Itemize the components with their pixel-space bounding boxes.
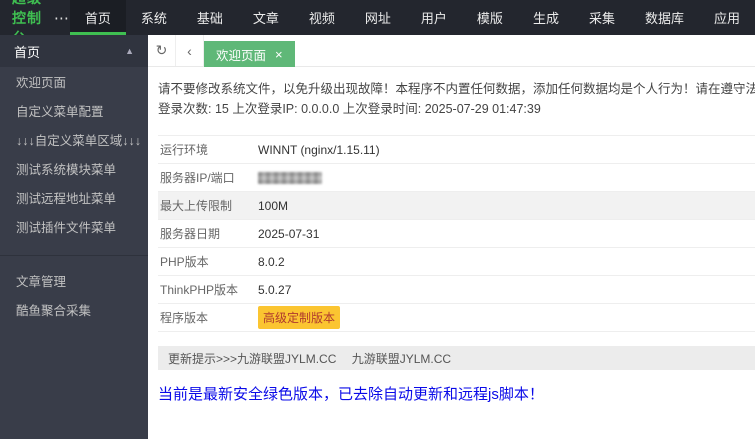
row-label: ThinkPHP版本 xyxy=(160,283,239,297)
table-row: 服务器日期 2025-07-31 xyxy=(158,220,755,248)
sidebar-item-custom-menu-config[interactable]: 自定义菜单配置 xyxy=(0,96,148,125)
nav-item-user[interactable]: 用户 xyxy=(406,0,462,35)
back-icon[interactable]: ‹ xyxy=(176,35,204,66)
row-value: 高级定制版本 xyxy=(258,306,341,329)
row-value: 8.0.2 xyxy=(258,254,285,269)
server-info-table: 运行环境 WINNT (nginx/1.15.11) 服务器IP/端口 最大上传… xyxy=(158,135,755,332)
row-label: 运行环境 xyxy=(160,143,209,157)
row-label: 服务器IP/端口 xyxy=(160,171,235,185)
row-value: 100M xyxy=(258,198,289,213)
nav-item-home[interactable]: 首页 xyxy=(69,0,126,35)
table-row: 最大上传限制 100M xyxy=(158,192,755,220)
nav-item-article[interactable]: 文章 xyxy=(238,0,294,35)
row-label: 最大上传限制 xyxy=(160,199,233,213)
sidebar: 首页 ▲ 欢迎页面 自定义菜单配置 ↓↓↓自定义菜单区域↓↓↓ 测试系统模块菜单… xyxy=(0,35,148,439)
sidebar-item-test-plugin-file[interactable]: 测试插件文件菜单 xyxy=(0,212,148,241)
main-area: ↻ ‹ 欢迎页面 × 请不要修改系统文件，以免升级出现故障！本程序不内置任何数据… xyxy=(148,35,755,439)
nav-item-apps[interactable]: 应用 xyxy=(699,0,755,35)
nav-item-system[interactable]: 系统 xyxy=(126,0,182,35)
sidebar-header-home[interactable]: 首页 ▲ xyxy=(0,35,148,67)
sidebar-divider xyxy=(0,255,148,256)
nav-item-basic[interactable]: 基础 xyxy=(182,0,238,35)
nav-item-template[interactable]: 模版 xyxy=(462,0,518,35)
body: 首页 ▲ 欢迎页面 自定义菜单配置 ↓↓↓自定义菜单区域↓↓↓ 测试系统模块菜单… xyxy=(0,35,755,439)
tab-label: 欢迎页面 xyxy=(216,48,267,63)
table-row: 运行环境 WINNT (nginx/1.15.11) xyxy=(158,136,755,164)
version-badge: 高级定制版本 xyxy=(258,306,341,329)
sidebar-item-test-system-module[interactable]: 测试系统模块菜单 xyxy=(0,154,148,183)
login-info-text: 登录次数: 15 上次登录IP: 0.0.0.0 上次登录时间: 2025-07… xyxy=(158,102,541,116)
row-value: 2025-07-31 xyxy=(258,226,320,241)
top-navbar: 超级控制台 ⋯ 首页 系统 基础 文章 视频 网址 用户 模版 生成 采集 数据… xyxy=(0,0,755,46)
table-row: 服务器IP/端口 xyxy=(158,164,755,192)
nav-item-generate[interactable]: 生成 xyxy=(518,0,574,35)
row-label: PHP版本 xyxy=(160,255,209,269)
green-version-notice: 当前是最新安全绿色版本，已去除自动更新和远程js脚本！ xyxy=(158,386,544,403)
collapse-caret-icon: ▲ xyxy=(125,46,134,56)
system-warning-text: 请不要修改系统文件，以免升级出现故障！本程序不内置任何数据，添加任何数据均是个人… xyxy=(158,82,755,96)
update-notice-bar: 更新提示>>>九游联盟JYLM.CC 九游联盟JYLM.CC xyxy=(158,346,755,370)
sidebar-item-welcome[interactable]: 欢迎页面 xyxy=(0,67,148,96)
close-icon[interactable]: × xyxy=(275,48,283,61)
nav-item-database[interactable]: 数据库 xyxy=(630,0,699,35)
server-ip-masked xyxy=(258,171,322,184)
sidebar-item-custom-menu-area[interactable]: ↓↓↓自定义菜单区域↓↓↓ xyxy=(0,125,148,154)
sidebar-item-kuyu-collect[interactable]: 酷鱼聚合采集 xyxy=(0,295,148,324)
table-row: PHP版本 8.0.2 xyxy=(158,248,755,276)
nav-item-video[interactable]: 视频 xyxy=(294,0,350,35)
nav-menu: 首页 系统 基础 文章 视频 网址 用户 模版 生成 采集 数据库 应用 xyxy=(69,0,755,35)
row-value: 5.0.27 xyxy=(258,282,292,297)
row-value xyxy=(258,171,322,184)
refresh-icon[interactable]: ↻ xyxy=(148,35,176,66)
sidebar-header-label: 首页 xyxy=(14,44,41,60)
more-menu-icon[interactable]: ⋯ xyxy=(54,0,70,35)
welcome-content: 请不要修改系统文件，以免升级出现故障！本程序不内置任何数据，添加任何数据均是个人… xyxy=(148,67,755,439)
nav-item-collect[interactable]: 采集 xyxy=(574,0,630,35)
row-label: 程序版本 xyxy=(160,311,209,325)
table-row: ThinkPHP版本 5.0.27 xyxy=(158,276,755,304)
row-value: WINNT (nginx/1.15.11) xyxy=(258,142,380,157)
row-label: 服务器日期 xyxy=(160,227,221,241)
nav-item-url[interactable]: 网址 xyxy=(350,0,406,35)
tab-welcome-page[interactable]: 欢迎页面 × xyxy=(204,41,295,67)
sidebar-item-test-remote-address[interactable]: 测试远程地址菜单 xyxy=(0,183,148,212)
table-row: 程序版本 高级定制版本 xyxy=(158,304,755,332)
app-window: 超级控制台 ⋯ 首页 系统 基础 文章 视频 网址 用户 模版 生成 采集 数据… xyxy=(0,0,755,439)
tab-bar: ↻ ‹ 欢迎页面 × xyxy=(148,35,755,67)
sidebar-item-article-manage[interactable]: 文章管理 xyxy=(0,266,148,295)
app-logo: 超级控制台 xyxy=(12,0,42,46)
